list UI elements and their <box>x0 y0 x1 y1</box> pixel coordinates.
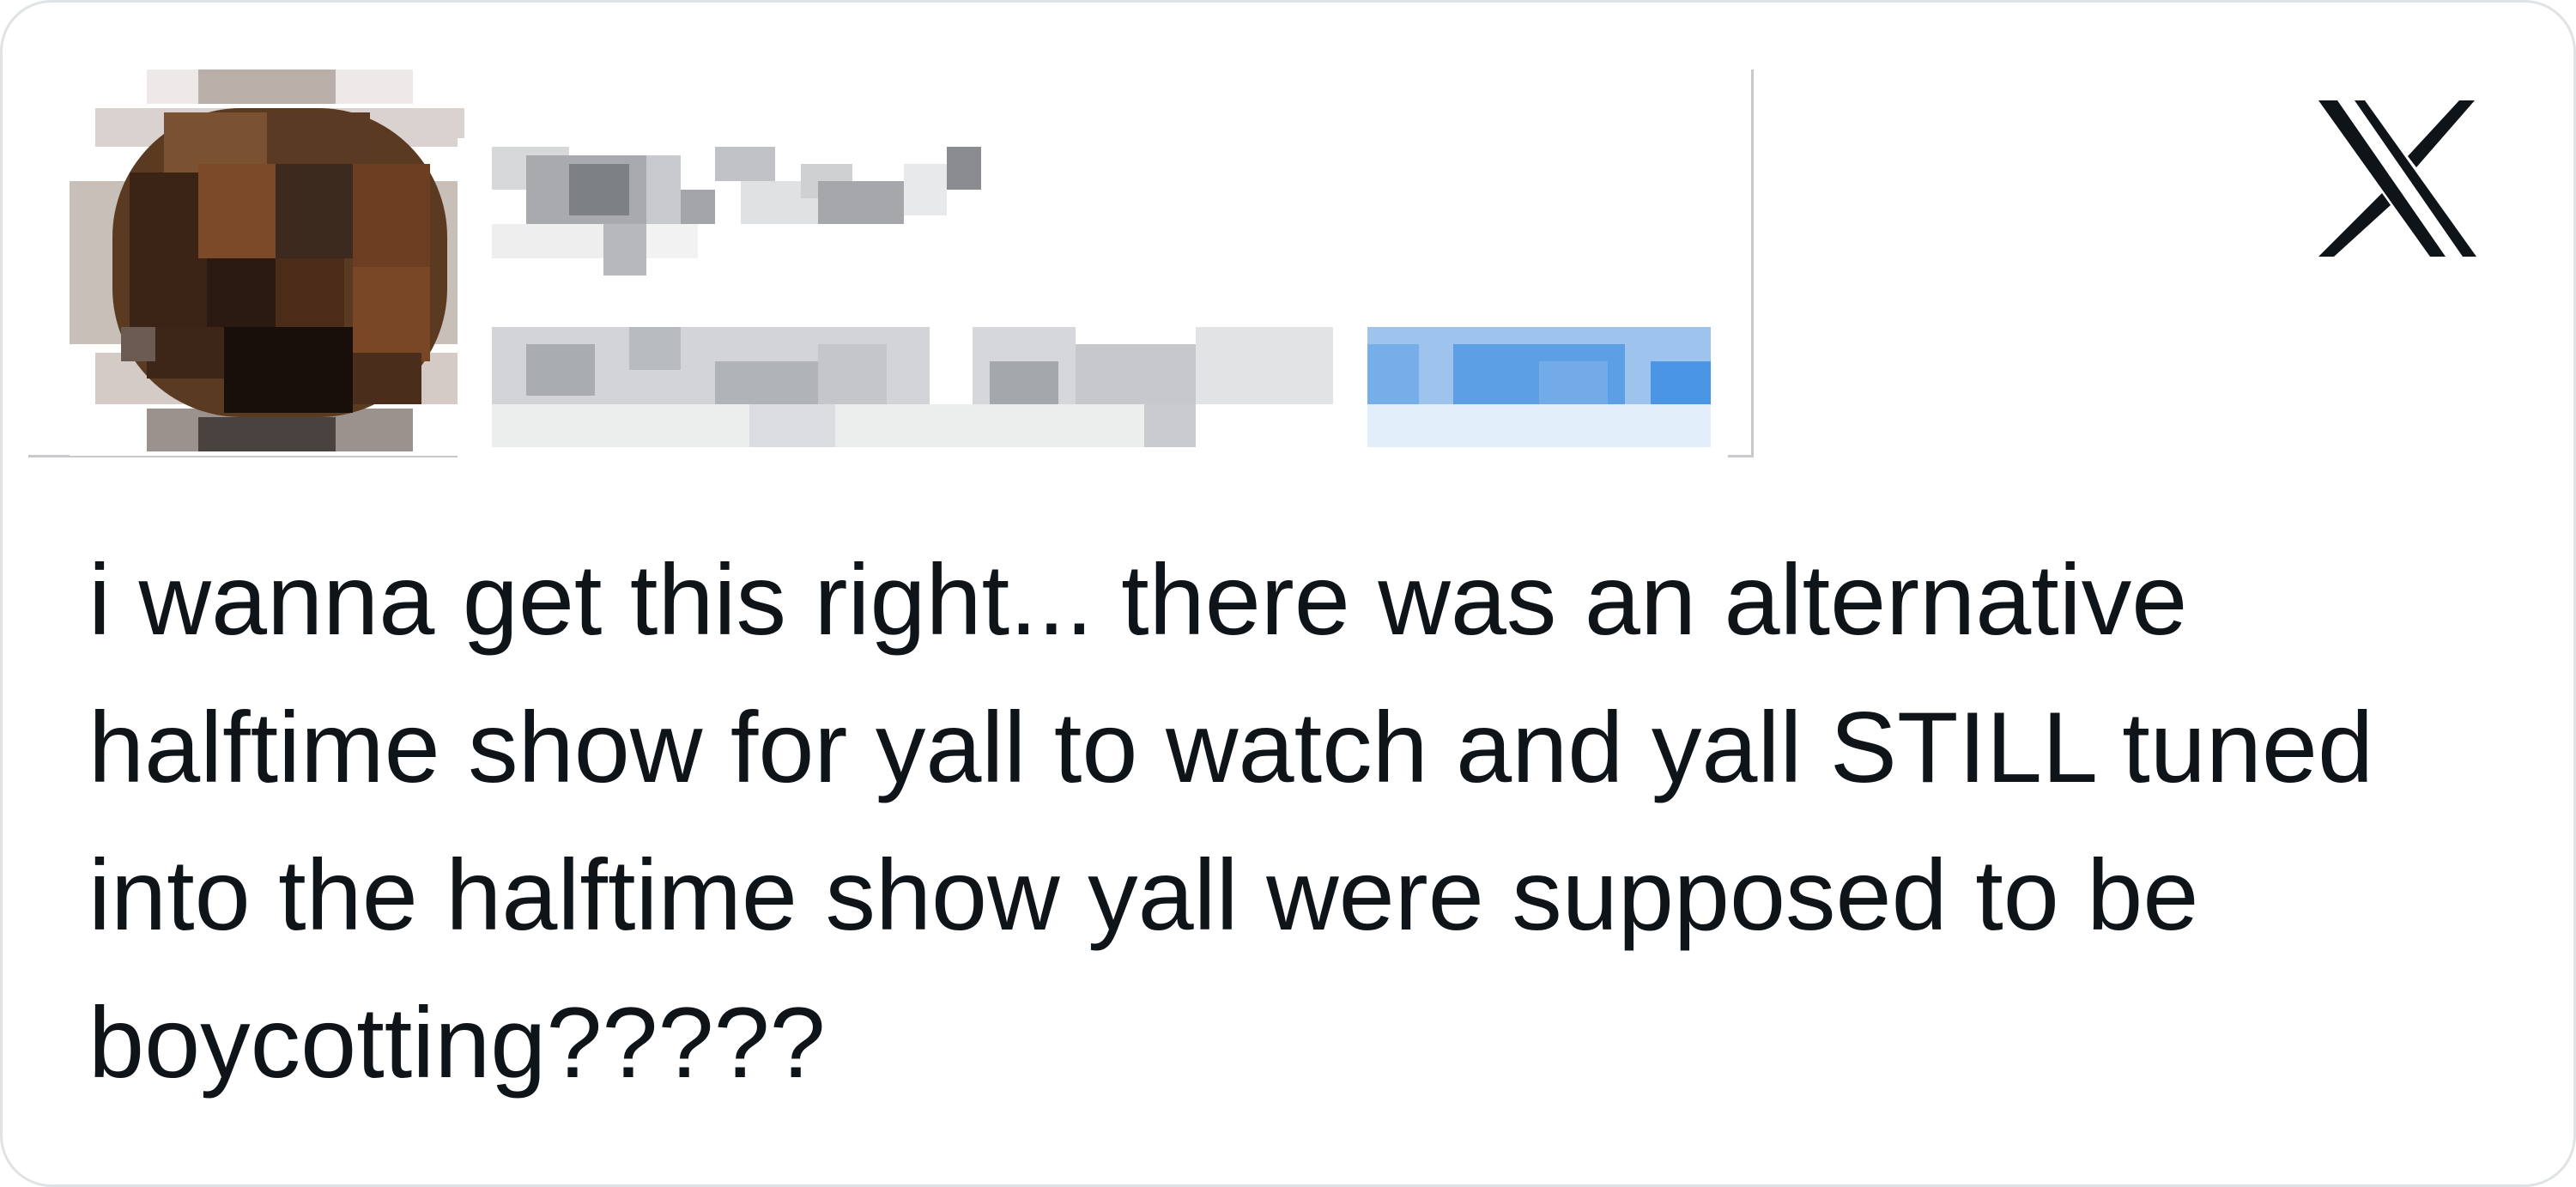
tweet-author-header <box>28 70 1754 464</box>
pixelated-avatar-icon <box>70 70 490 456</box>
author-handle-and-follow[interactable] <box>458 293 1728 464</box>
tweet-text: i wanna get this right... there was an a… <box>88 543 2374 1099</box>
author-avatar[interactable] <box>70 70 490 456</box>
pixelated-handle-and-follow <box>458 293 1728 464</box>
x-logo-icon <box>2318 100 2476 257</box>
tweet-card: i wanna get this right... there was an a… <box>0 0 2576 1187</box>
x-logo-icon[interactable] <box>2312 97 2483 260</box>
